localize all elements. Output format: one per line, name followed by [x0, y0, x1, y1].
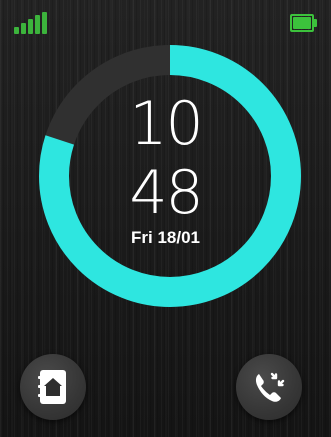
clock-minutes: 48 — [129, 158, 203, 228]
clock-hours: 10 — [129, 89, 203, 159]
contacts-book-icon — [38, 369, 68, 405]
call-log-icon — [250, 368, 288, 406]
call-log-button[interactable] — [236, 354, 302, 420]
clock-date: Fri 18/01 — [131, 228, 200, 247]
contacts-button[interactable] — [20, 354, 86, 420]
